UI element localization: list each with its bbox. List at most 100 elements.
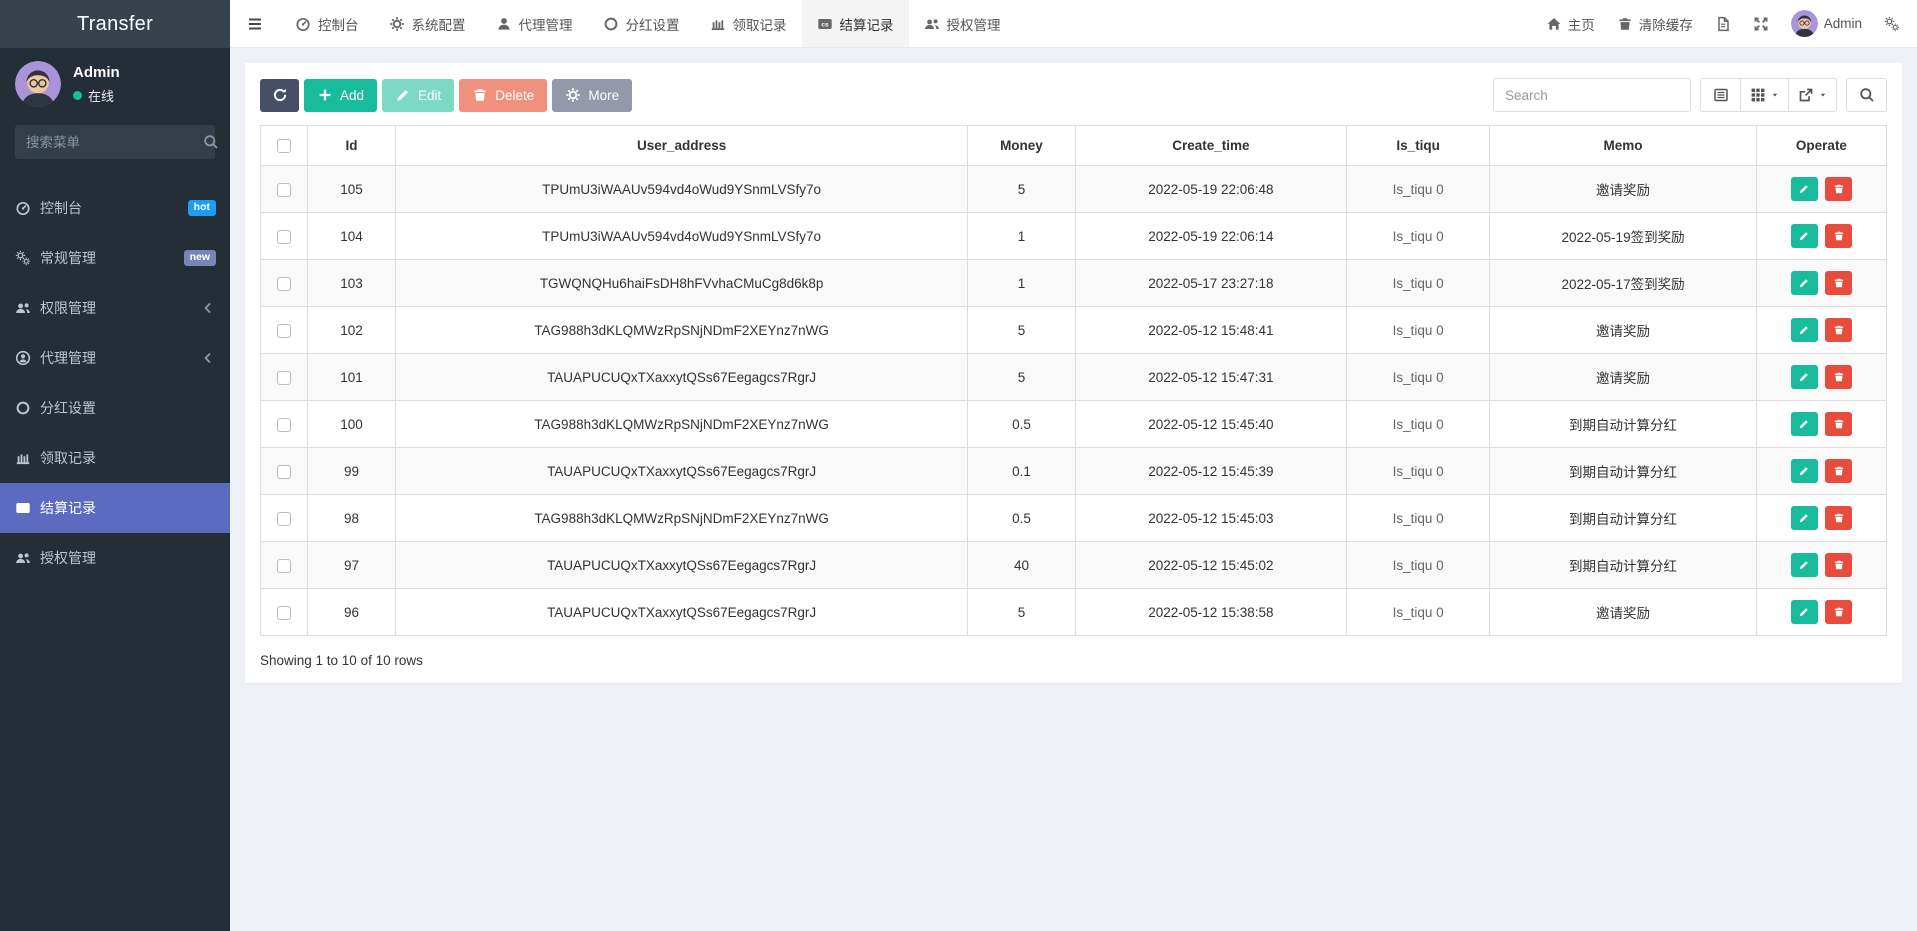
tab-settle[interactable]: 结算记录 xyxy=(802,0,909,47)
row-edit-button[interactable] xyxy=(1791,224,1818,248)
row-edit-button[interactable] xyxy=(1791,177,1818,201)
cell-user-address: TPUmU3iWAAUv594vd4oWud9YSnmLVSfy7o xyxy=(395,213,967,260)
row-checkbox[interactable] xyxy=(277,465,291,479)
sidebar-search-input[interactable] xyxy=(26,135,203,150)
more-button[interactable]: More xyxy=(552,79,632,112)
row-delete-button[interactable] xyxy=(1825,271,1852,295)
user-menu[interactable]: Admin xyxy=(1780,0,1873,47)
row-checkbox[interactable] xyxy=(277,277,291,291)
nav-tab-label: 控制台 xyxy=(318,14,359,34)
cell-is-tiqu: Is_tiqu 0 xyxy=(1347,166,1490,213)
row-delete-button[interactable] xyxy=(1825,600,1852,624)
row-checkbox[interactable] xyxy=(277,183,291,197)
row-edit-button[interactable] xyxy=(1791,412,1818,436)
caret-down-icon xyxy=(1819,91,1827,99)
trash-icon xyxy=(1617,16,1633,32)
row-edit-button[interactable] xyxy=(1791,506,1818,530)
col-money[interactable]: Money xyxy=(968,126,1075,166)
trash-icon xyxy=(1833,465,1845,477)
row-delete-button[interactable] xyxy=(1825,224,1852,248)
row-checkbox[interactable] xyxy=(277,559,291,573)
tab-agent[interactable]: 代理管理 xyxy=(481,0,588,47)
sidebar-item-general[interactable]: 常规管理 new xyxy=(0,233,230,283)
row-checkbox[interactable] xyxy=(277,606,291,620)
row-delete-button[interactable] xyxy=(1825,506,1852,530)
select-all-checkbox[interactable] xyxy=(277,139,291,153)
row-delete-button[interactable] xyxy=(1825,459,1852,483)
row-delete-button[interactable] xyxy=(1825,318,1852,342)
tab-claim[interactable]: 领取记录 xyxy=(695,0,802,47)
grid-icon xyxy=(1750,87,1766,103)
search-button[interactable] xyxy=(1846,78,1887,112)
edit-button[interactable]: Edit xyxy=(382,79,454,112)
tab-dashboard[interactable]: 控制台 xyxy=(280,0,374,47)
table-search-input[interactable] xyxy=(1493,78,1691,112)
col-is-tiqu[interactable]: Is_tiqu xyxy=(1347,126,1490,166)
row-edit-button[interactable] xyxy=(1791,271,1818,295)
settings-button[interactable] xyxy=(1873,0,1911,47)
row-edit-button[interactable] xyxy=(1791,553,1818,577)
col-id[interactable]: Id xyxy=(308,126,396,166)
gear-icon xyxy=(389,16,405,32)
export-dropdown-button[interactable] xyxy=(1789,78,1837,112)
row-edit-button[interactable] xyxy=(1791,318,1818,342)
trash-icon xyxy=(1833,324,1845,336)
nav-tab-label: 领取记录 xyxy=(733,14,787,34)
pencil-icon xyxy=(1798,183,1810,195)
add-button[interactable]: Add xyxy=(304,79,377,112)
menu-toggle-button[interactable] xyxy=(230,0,280,47)
row-delete-button[interactable] xyxy=(1825,553,1852,577)
check-update-button[interactable] xyxy=(1704,0,1742,47)
home-link[interactable]: 主页 xyxy=(1535,0,1606,47)
row-edit-button[interactable] xyxy=(1791,365,1818,389)
pencil-icon xyxy=(1798,371,1810,383)
tab-dividend[interactable]: 分红设置 xyxy=(588,0,695,47)
row-delete-button[interactable] xyxy=(1825,177,1852,201)
sidebar-item-auth[interactable]: 权限管理 xyxy=(0,283,230,333)
sidebar-item-claim[interactable]: 领取记录 xyxy=(0,433,230,483)
row-checkbox[interactable] xyxy=(277,418,291,432)
row-delete-button[interactable] xyxy=(1825,365,1852,389)
fullscreen-button[interactable] xyxy=(1742,0,1780,47)
refresh-button[interactable] xyxy=(260,79,299,112)
tab-system[interactable]: 系统配置 xyxy=(374,0,481,47)
cell-user-address: TAUAPUCUQxTXaxxytQSs67Eegagcs7RgrJ xyxy=(395,589,967,636)
row-edit-button[interactable] xyxy=(1791,459,1818,483)
cell-money: 5 xyxy=(968,166,1075,213)
row-delete-button[interactable] xyxy=(1825,412,1852,436)
columns-dropdown-button[interactable] xyxy=(1741,78,1789,112)
col-create-time[interactable]: Create_time xyxy=(1075,126,1347,166)
user-icon xyxy=(496,16,512,32)
row-checkbox[interactable] xyxy=(277,371,291,385)
app-title: Transfer xyxy=(0,0,230,48)
trash-icon xyxy=(1833,230,1845,242)
sidebar-item-settle[interactable]: 结算记录 xyxy=(0,483,230,533)
pencil-icon xyxy=(1798,324,1810,336)
pencil-icon xyxy=(1798,606,1810,618)
delete-button[interactable]: Delete xyxy=(459,79,547,112)
document-icon xyxy=(1715,16,1731,32)
row-checkbox[interactable] xyxy=(277,512,291,526)
pencil-icon xyxy=(1798,418,1810,430)
user-status: 在线 xyxy=(73,86,120,105)
row-checkbox[interactable] xyxy=(277,324,291,338)
col-user-address[interactable]: User_address xyxy=(395,126,967,166)
row-checkbox[interactable] xyxy=(277,230,291,244)
user-name: Admin xyxy=(73,64,120,81)
sidebar-item-dashboard[interactable]: 控制台 hot xyxy=(0,183,230,233)
edit-button-label: Edit xyxy=(418,88,441,103)
more-button-label: More xyxy=(588,88,619,103)
tab-grant[interactable]: 授权管理 xyxy=(909,0,1016,47)
nav-tab-label: 分红设置 xyxy=(626,14,680,34)
row-edit-button[interactable] xyxy=(1791,600,1818,624)
sidebar-item-agent[interactable]: 代理管理 xyxy=(0,333,230,383)
toggle-view-button[interactable] xyxy=(1700,78,1741,112)
clear-cache-link[interactable]: 清除缓存 xyxy=(1606,0,1704,47)
sidebar-item-label: 授权管理 xyxy=(40,548,96,568)
sidebar-item-dividend[interactable]: 分红设置 xyxy=(0,383,230,433)
trash-icon xyxy=(472,87,488,103)
col-memo[interactable]: Memo xyxy=(1490,126,1757,166)
cell-memo: 邀请奖励 xyxy=(1490,166,1757,213)
sidebar-item-grant[interactable]: 授权管理 xyxy=(0,533,230,583)
nav-tab-label: 系统配置 xyxy=(412,14,466,34)
